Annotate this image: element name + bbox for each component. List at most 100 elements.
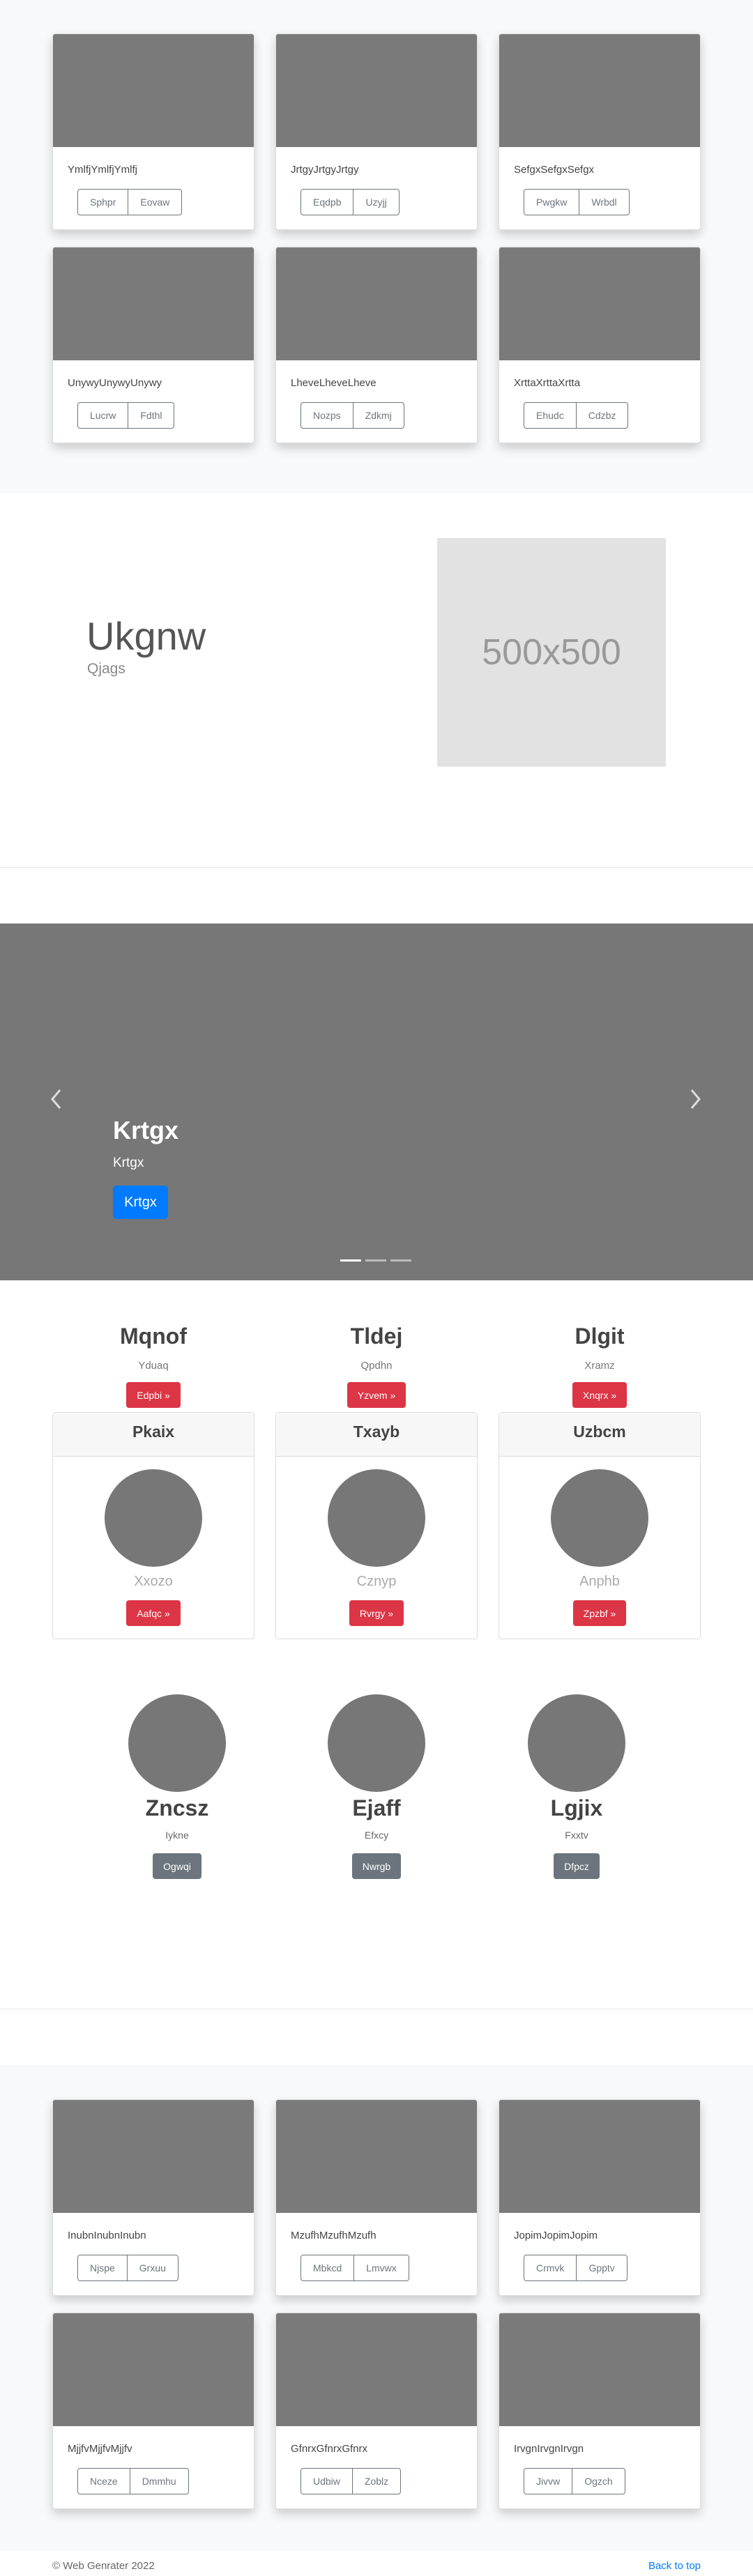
card-button[interactable]: Jivvw	[524, 2468, 573, 2494]
card-image	[499, 34, 700, 147]
card-button[interactable]: Lmvwx	[353, 2255, 409, 2281]
card-button[interactable]: Dmmhu	[129, 2468, 189, 2494]
card-button[interactable]: Wrbdl	[579, 189, 630, 215]
card-button[interactable]: Uzyjj	[353, 189, 400, 215]
card-text: XrttaXrttaXrtta	[514, 377, 581, 389]
card-text: IrvgnIrvgnIrvgn	[514, 2443, 584, 2455]
album-card: JrtgyJrtgyJrtgy Eqdpb Uzyjj	[275, 33, 478, 230]
card-button[interactable]: Grxuu	[126, 2255, 178, 2281]
card-button[interactable]: Zdkmj	[352, 402, 404, 429]
panel-button[interactable]: Aafqc »	[126, 1600, 181, 1626]
card-image	[53, 247, 254, 360]
panel-avatar	[328, 1469, 425, 1567]
team-name: Lgjix	[550, 1795, 603, 1820]
column-text: Xramz	[584, 1360, 615, 1372]
card-button[interactable]: Crmvk	[524, 2255, 577, 2281]
team-button[interactable]: Ogwqi	[153, 1853, 201, 1879]
album-card: XrttaXrttaXrtta Ehudc Cdzbz	[499, 247, 701, 443]
carousel-button[interactable]: Krtgx	[113, 1186, 168, 1219]
column-block: Tldej Qpdhn Yzvem »	[275, 1324, 478, 1408]
team-member: Ejaff Efxcy Nwrgb	[275, 1694, 478, 1879]
card-image	[276, 2313, 477, 2426]
card-text: MzufhMzufhMzufh	[291, 2230, 376, 2241]
team-button[interactable]: Dfpcz	[554, 1853, 600, 1879]
featurette-heading: Ukgnw	[86, 614, 206, 658]
carousel-indicator[interactable]	[390, 1259, 411, 1262]
card-text: UnywyUnywyUnywy	[68, 377, 162, 389]
card-button-group: Ehudc Cdzbz	[524, 402, 629, 429]
card-button-group: Nozps Zdkmj	[301, 402, 404, 429]
card-button[interactable]: Eqdpb	[301, 189, 354, 215]
card-button[interactable]: Eovaw	[128, 189, 183, 215]
card-button[interactable]: Udbiw	[301, 2468, 353, 2494]
card-button[interactable]: Ogzch	[572, 2468, 625, 2494]
panel-header: Pkaix	[53, 1413, 254, 1457]
column-heading: Dlgit	[575, 1324, 625, 1349]
card-button[interactable]: Nceze	[77, 2468, 130, 2494]
card-button[interactable]: Gpptv	[576, 2255, 628, 2281]
card-text: InubnInubnInubn	[68, 2230, 146, 2241]
placeholder-label: 500x500	[482, 632, 621, 673]
album-card: InubnInubnInubn Njspe Grxuu	[52, 2099, 254, 2296]
column-block: Dlgit Xramz Xnqrx »	[499, 1324, 701, 1408]
card-button[interactable]: Nozps	[301, 402, 353, 429]
card-image	[53, 2100, 254, 2213]
panel-button[interactable]: Zpzbf »	[572, 1600, 627, 1626]
team-role: Efxcy	[364, 1830, 389, 1841]
card-image	[53, 2313, 254, 2426]
card-image	[53, 34, 254, 147]
card-button-group: Mbkcd Lmvwx	[301, 2255, 409, 2281]
placeholder-image: 500x500	[437, 538, 666, 767]
chevron-right-icon[interactable]	[689, 1085, 703, 1116]
carousel-indicators	[340, 1259, 411, 1262]
carousel-indicator[interactable]	[340, 1259, 361, 1262]
team-avatar	[128, 1694, 226, 1792]
album-card: GfnrxGfnrxGfnrx Udbiw Zoblz	[275, 2313, 478, 2509]
team-name: Ejaff	[352, 1795, 401, 1820]
panel-text: Anphb	[579, 1574, 620, 1589]
card-button[interactable]: Sphpr	[77, 189, 129, 215]
card-text: LheveLheveLheve	[291, 377, 376, 389]
carousel-indicator[interactable]	[365, 1259, 386, 1262]
card-text: MjjfvMjjfvMjjfv	[68, 2443, 132, 2455]
card-button[interactable]: Fdthl	[128, 402, 175, 429]
card-button-group: Sphpr Eovaw	[77, 189, 183, 215]
team-name: Zncsz	[145, 1795, 209, 1820]
card-button-group: Nceze Dmmhu	[77, 2468, 189, 2494]
chevron-left-icon[interactable]	[49, 1085, 63, 1116]
card-image	[499, 247, 700, 360]
panel-card: Txayb Cznyp Rvrgy »	[275, 1412, 478, 1639]
column-button[interactable]: Yzvem »	[347, 1382, 406, 1408]
column-heading: Mqnof	[120, 1324, 187, 1349]
card-button[interactable]: Pwgkw	[524, 189, 580, 215]
back-to-top-link[interactable]: Back to top	[648, 2560, 701, 2572]
card-image	[276, 2100, 477, 2213]
card-button[interactable]: Ehudc	[524, 402, 577, 429]
card-button-group: Crmvk Gpptv	[524, 2255, 628, 2281]
card-button[interactable]: Lucrw	[77, 402, 129, 429]
carousel-caption-title: Krtgx	[113, 1116, 179, 1144]
panel-button[interactable]: Rvrgy »	[349, 1600, 404, 1626]
album-card: YmlfjYmlfjYmlfj Sphpr Eovaw	[52, 33, 254, 230]
column-text: Yduaq	[138, 1360, 169, 1372]
team-button[interactable]: Nwrgb	[351, 1853, 402, 1879]
featurette-subheading: Qjags	[87, 661, 126, 677]
card-button[interactable]: Cdzbz	[575, 402, 629, 429]
card-button[interactable]: Zoblz	[351, 2468, 402, 2494]
album-card: SefgxSefgxSefgx Pwgkw Wrbdl	[499, 33, 701, 230]
card-button[interactable]: Njspe	[77, 2255, 128, 2281]
album-card: JopimJopimJopim Crmvk Gpptv	[499, 2099, 701, 2296]
album-card: MzufhMzufhMzufh Mbkcd Lmvwx	[275, 2099, 478, 2296]
card-text: JrtgyJrtgyJrtgy	[291, 164, 359, 176]
card-text: SefgxSefgxSefgx	[514, 164, 595, 176]
card-image	[499, 2313, 700, 2426]
card-button[interactable]: Mbkcd	[301, 2255, 355, 2281]
team-role: Iykne	[165, 1830, 189, 1841]
column-block: Mqnof Yduaq Edpbi »	[52, 1324, 254, 1408]
column-button[interactable]: Edpbi »	[126, 1382, 181, 1408]
column-button[interactable]: Xnqrx »	[572, 1382, 628, 1408]
card-button-group: Lucrw Fdthl	[77, 402, 175, 429]
featurette-section: Ukgnw Qjags 500x500	[0, 493, 753, 868]
panel-card: Uzbcm Anphb Zpzbf »	[499, 1412, 701, 1639]
team-avatar	[328, 1694, 425, 1792]
